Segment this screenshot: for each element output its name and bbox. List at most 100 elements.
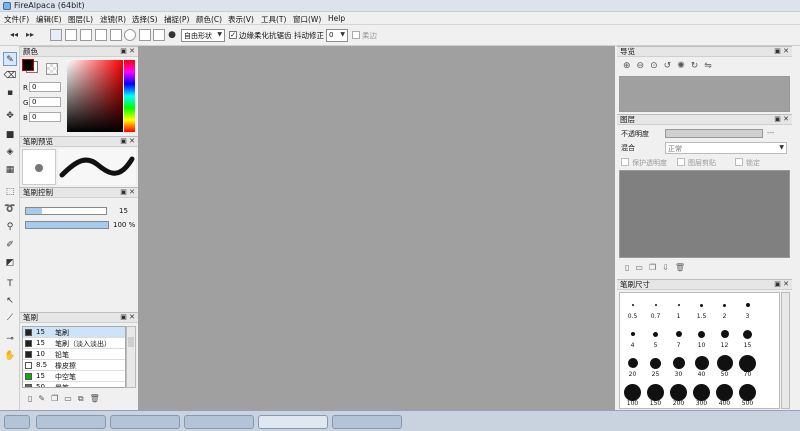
navigator-preview[interactable] xyxy=(619,76,790,112)
brush-list-scroll-thumb[interactable] xyxy=(128,337,134,347)
brush-size-cell[interactable]: 500 xyxy=(736,380,759,409)
duplicate-brush-icon[interactable]: ❐ xyxy=(51,394,64,403)
trash-icon[interactable]: 🗑 xyxy=(90,394,106,403)
snap-mode-select[interactable]: 自由形状 ▼ xyxy=(181,29,225,42)
brush-size-cell[interactable]: 7 xyxy=(667,322,690,351)
taskbar-item-firealpaca[interactable] xyxy=(258,415,328,429)
taskbar-item[interactable] xyxy=(36,415,106,429)
clipping-checkbox[interactable] xyxy=(677,158,685,166)
layer-opacity-slider[interactable] xyxy=(665,129,763,138)
gradient-tool-icon[interactable]: ▦ xyxy=(3,163,17,177)
brush-size-cell[interactable]: 40 xyxy=(690,351,713,380)
merge-layer-icon[interactable]: ⇩ xyxy=(662,263,675,272)
brush-size-cell[interactable]: 1.5 xyxy=(690,293,713,322)
new-folder-icon[interactable]: ▭ xyxy=(635,263,649,272)
transparent-color-swatch[interactable] xyxy=(46,63,58,75)
prev-icon[interactable]: ◂◂ xyxy=(8,28,20,40)
brush-list-item[interactable]: 15 笔刷 xyxy=(23,327,125,338)
menu-view[interactable]: 表示(V) xyxy=(228,14,254,25)
snap-crisscross-icon[interactable] xyxy=(80,29,92,41)
next-icon[interactable]: ▸▸ xyxy=(24,28,36,40)
selection-pen-tool-icon[interactable]: ✐ xyxy=(3,238,17,252)
snap-parallel-icon[interactable] xyxy=(65,29,77,41)
brush-size-cell[interactable]: 0.5 xyxy=(621,293,644,322)
blend-mode-select[interactable]: 正常 ▼ xyxy=(665,142,787,154)
brush-size-cell[interactable]: 50 xyxy=(713,351,736,380)
brush-list-item[interactable]: 15 中空笔 xyxy=(23,371,125,382)
move-tool-icon[interactable]: ✥ xyxy=(3,109,17,123)
menu-snap[interactable]: 捕捉(P) xyxy=(164,14,189,25)
edit-brush-icon[interactable]: ✎ xyxy=(38,394,51,403)
layer-list[interactable] xyxy=(619,170,790,258)
brush-opacity-slider[interactable] xyxy=(25,221,109,229)
text-tool-icon[interactable]: T xyxy=(3,277,17,291)
canvas-area[interactable] xyxy=(138,46,615,410)
brush-list-item[interactable]: 15 笔刷（淡入淡出） xyxy=(23,338,125,349)
panel-buttons[interactable]: ▣ ✕ xyxy=(120,137,135,146)
brush-size-cell[interactable]: 2 xyxy=(713,293,736,322)
antialias-checkbox[interactable]: ✓ xyxy=(229,31,237,39)
eraser-tool-icon[interactable]: ⌫ xyxy=(3,69,17,83)
g-input[interactable]: 0 xyxy=(29,97,61,107)
select-tool-icon[interactable]: ⬚ xyxy=(3,185,17,199)
folder-icon[interactable]: ▭ xyxy=(64,394,78,403)
brush-size-cell[interactable]: 12 xyxy=(713,322,736,351)
panel-buttons[interactable]: ▣ ✕ xyxy=(774,280,789,289)
brush-list-item[interactable]: 50 晕笔 xyxy=(23,382,125,387)
panel-buttons[interactable]: ▣ ✕ xyxy=(120,313,135,322)
brush-size-cell[interactable]: 300 xyxy=(690,380,713,409)
brush-size-cell[interactable]: 100 xyxy=(621,380,644,409)
start-button[interactable] xyxy=(4,415,30,429)
delete-layer-icon[interactable]: 🗑 xyxy=(675,263,691,272)
brush-size-cell[interactable]: 400 xyxy=(713,380,736,409)
brush-size-cell[interactable]: 3 xyxy=(736,293,759,322)
panel-buttons[interactable]: ▣ ✕ xyxy=(774,115,789,124)
fill-rect-tool-icon[interactable]: ■ xyxy=(3,128,17,142)
snap-curve-icon[interactable] xyxy=(139,29,151,41)
snap-radial-icon[interactable] xyxy=(110,29,122,41)
brush-list-item[interactable]: 8.5 橡皮擦 xyxy=(23,360,125,371)
hand-tool-icon[interactable]: ✋ xyxy=(3,349,17,363)
menu-color[interactable]: 颜色(C) xyxy=(196,14,222,25)
panel-buttons[interactable]: ▣ ✕ xyxy=(120,188,135,197)
menu-filter[interactable]: 滤镜(R) xyxy=(100,14,126,25)
saturation-value-picker[interactable] xyxy=(67,60,123,132)
brush-size-cell[interactable]: 15 xyxy=(736,322,759,351)
lock-checkbox[interactable] xyxy=(735,158,743,166)
selection-eraser-tool-icon[interactable]: ◩ xyxy=(3,256,17,270)
new-brush-icon[interactable]: ▯ xyxy=(28,394,38,403)
brush-size-cell[interactable]: 0.7 xyxy=(644,293,667,322)
menu-select[interactable]: 选择(S) xyxy=(132,14,158,25)
brush-size-cell[interactable]: 70 xyxy=(736,351,759,380)
menu-tools[interactable]: 工具(T) xyxy=(261,14,286,25)
auto-checkbox[interactable] xyxy=(352,31,360,39)
dot-tool-icon[interactable]: ▪ xyxy=(3,86,17,100)
brush-size-scrollbar[interactable] xyxy=(781,292,790,409)
brush-size-cell[interactable]: 5 xyxy=(644,322,667,351)
copy-icon[interactable]: ⧉ xyxy=(78,394,90,403)
menu-layer[interactable]: 图层(L) xyxy=(68,14,93,25)
brush-size-cell[interactable]: 4 xyxy=(621,322,644,351)
primary-color-swatch[interactable] xyxy=(22,59,34,71)
b-input[interactable]: 0 xyxy=(29,112,61,122)
bucket-tool-icon[interactable]: ◈ xyxy=(3,145,17,159)
zoom-in-icon[interactable]: ⊕ xyxy=(623,61,637,71)
rotate-right-icon[interactable]: ↻ xyxy=(691,61,705,71)
brush-size-cell[interactable]: 10 xyxy=(690,322,713,351)
taskbar-item[interactable] xyxy=(110,415,180,429)
snap-circle-icon[interactable] xyxy=(124,29,136,41)
zoom-fit-icon[interactable]: ⊙ xyxy=(650,61,664,71)
rotate-left-icon[interactable]: ↺ xyxy=(664,61,678,71)
brush-size-cell[interactable]: 150 xyxy=(644,380,667,409)
taskbar-item[interactable] xyxy=(184,415,254,429)
brush-list-scrollbar[interactable] xyxy=(126,326,136,388)
panel-buttons[interactable]: ▣ ✕ xyxy=(120,47,135,56)
lasso-tool-icon[interactable]: ➰ xyxy=(3,202,17,216)
divide-tool-icon[interactable]: ⟋ xyxy=(3,311,17,325)
zoom-out-icon[interactable]: ⊖ xyxy=(637,61,651,71)
menu-help[interactable]: Help xyxy=(328,14,345,23)
menu-window[interactable]: 窗口(W) xyxy=(293,14,321,25)
brush-size-cell[interactable]: 200 xyxy=(667,380,690,409)
menu-edit[interactable]: 编辑(E) xyxy=(36,14,62,25)
menu-file[interactable]: 文件(F) xyxy=(4,14,29,25)
